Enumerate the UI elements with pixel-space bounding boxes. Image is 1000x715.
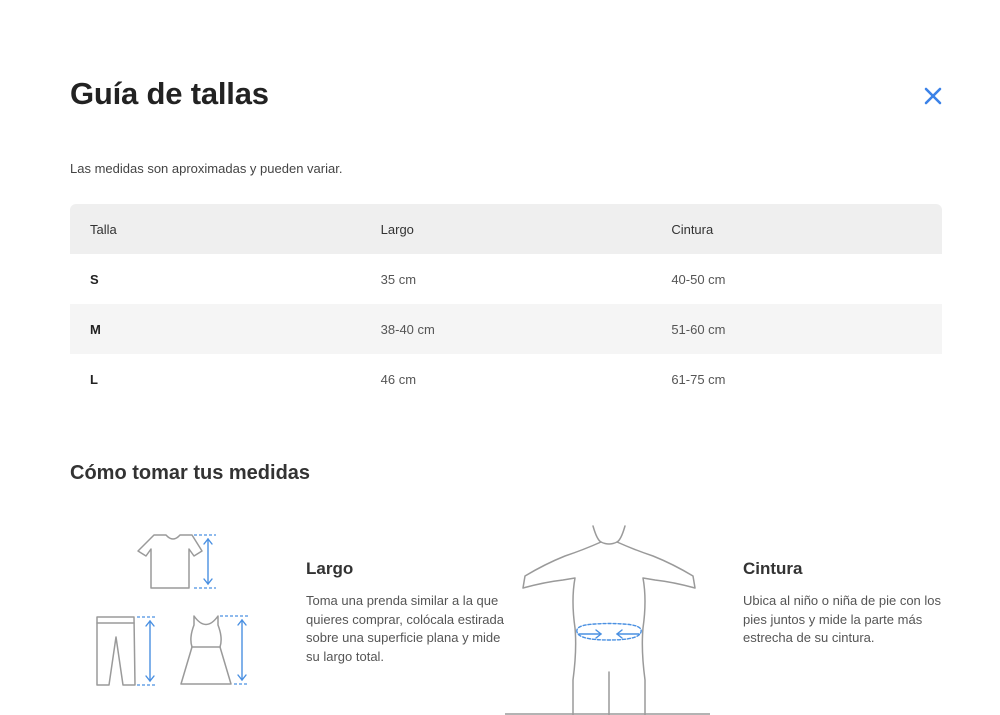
size-table: Talla Largo Cintura S 35 cm 40-50 cm M 3… [70,204,942,404]
table-row: S 35 cm 40-50 cm [70,254,942,304]
table-row: L 46 cm 61-75 cm [70,354,942,404]
length-cell: 46 cm [380,371,417,387]
column-header-waist: Cintura [671,221,714,237]
column-header-length: Largo [380,221,414,237]
close-button[interactable] [916,80,950,112]
table-header-row: Talla Largo Cintura [70,204,942,254]
column-header-size: Talla [90,221,117,237]
length-cell: 38-40 cm [380,321,435,337]
measurement-disclaimer: Las medidas son aproximadas y pueden var… [70,161,343,176]
waist-cell: 51-60 cm [671,321,726,337]
how-to-measure-title: Cómo tomar tus medidas [70,462,311,484]
waist-cell: 40-50 cm [671,271,726,287]
body-waist-illustration [505,525,710,715]
length-instructions: Toma una prenda similar a la que quieres… [306,593,504,664]
close-icon [924,87,942,105]
garments-length-illustration [96,534,248,686]
size-cell: M [90,321,101,337]
size-cell: L [90,371,98,387]
waist-instructions: Ubica al niño o niña de pie con los pies… [743,593,942,645]
table-row: M 38-40 cm 51-60 cm [70,304,942,354]
length-title: Largo [306,559,354,578]
page-title: Guía de tallas [70,76,269,111]
length-cell: 35 cm [380,271,417,287]
waist-cell: 61-75 cm [671,371,726,387]
size-cell: S [90,271,99,287]
waist-title: Cintura [743,559,803,578]
